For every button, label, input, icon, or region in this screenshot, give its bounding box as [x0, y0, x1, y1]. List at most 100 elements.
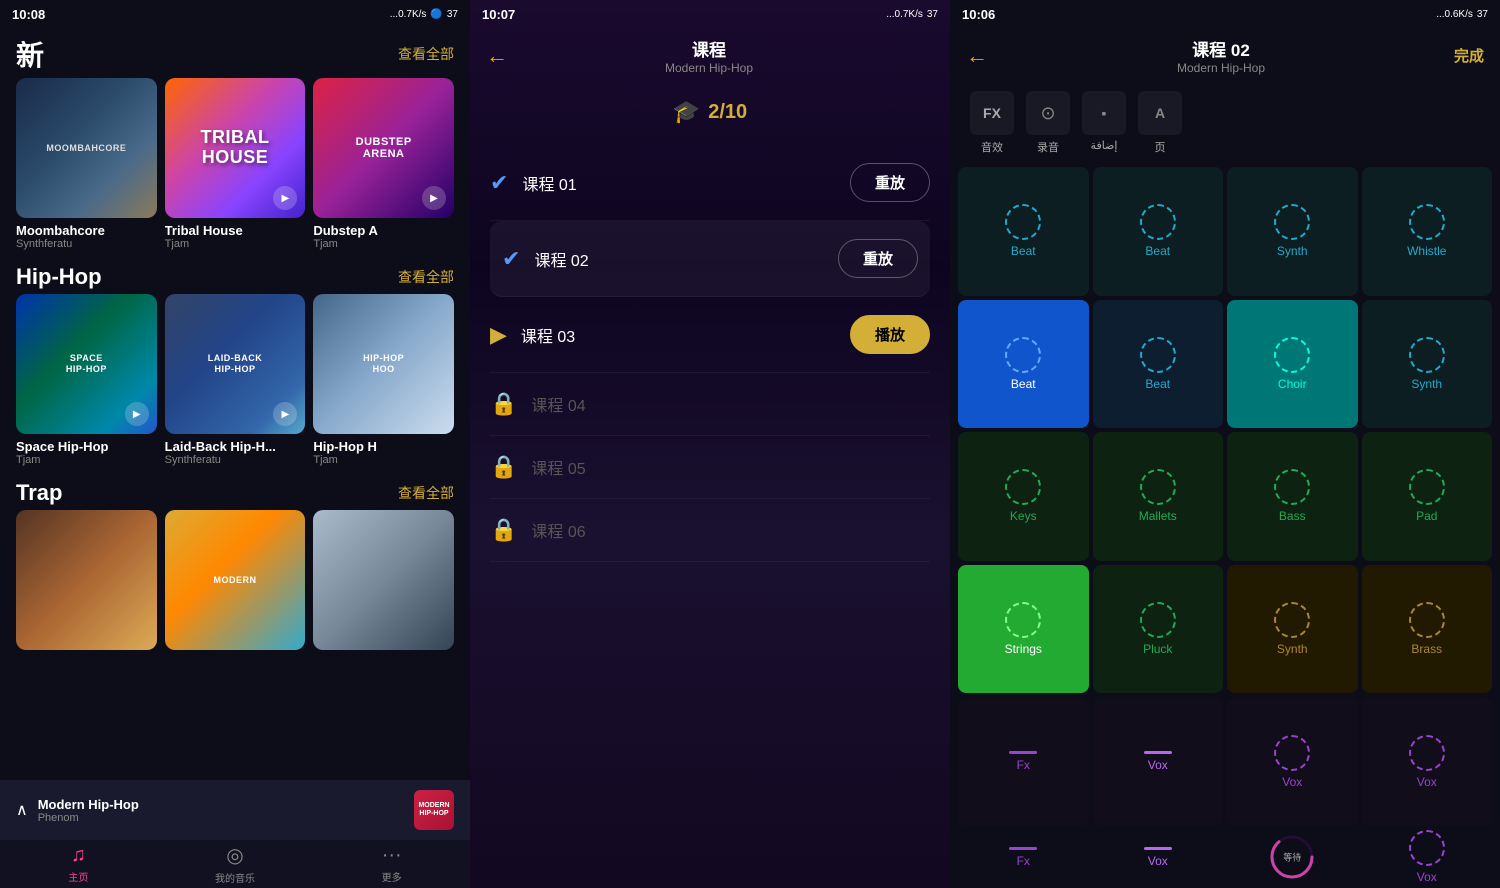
pad-bass-r3c3[interactable]: Bass [1227, 432, 1358, 561]
p2-subtitle: Modern Hip-Hop [508, 61, 910, 75]
card-thumb-space: SPACEHIP-HOP ▶ [16, 294, 157, 434]
pad-label-r3c1: Keys [1010, 509, 1037, 523]
pad-mallets-r3c2[interactable]: Mallets [1093, 432, 1224, 561]
pad-fx-r5c1[interactable]: Fx [958, 697, 1089, 826]
pad-vox-r5c3[interactable]: Vox [1227, 697, 1358, 826]
pad-vox-r5c4[interactable]: Vox [1362, 697, 1493, 826]
laidback-text: LAID-BACKHIP-HOP [208, 353, 263, 375]
card-moombahcore[interactable]: MOOMBAHCORE Moombahcore Synthferatu [16, 78, 157, 250]
add-icon: ▪ [1082, 91, 1126, 135]
pad-pad-r3c4[interactable]: Pad [1362, 432, 1493, 561]
card-thumb-dubstep: DUBSTEPARENA ▶ [313, 78, 454, 218]
card-trap3[interactable] [313, 510, 454, 650]
see-all-trap[interactable]: 查看全部 [398, 483, 454, 503]
play-btn-dubstep[interactable]: ▶ [422, 186, 446, 210]
status-bar-3: 10:06 ...0.6K/s 37 [950, 0, 1500, 28]
back-button-3[interactable]: ← [966, 43, 988, 69]
pad-loading-r6c3[interactable]: 等待 [1227, 830, 1358, 884]
fx-icon: FX [970, 91, 1014, 135]
pad-hbar-r5c2 [1144, 751, 1172, 754]
card-trap2[interactable]: MODERN [165, 510, 306, 650]
new-card-row: MOOMBAHCORE Moombahcore Synthferatu TRIB… [0, 78, 470, 258]
pad-label-r2c1: Beat [1011, 377, 1036, 391]
pad-label-r5c2: Vox [1148, 758, 1168, 772]
space-text: SPACEHIP-HOP [66, 353, 107, 375]
pad-ring-r1c1 [1005, 204, 1041, 240]
hiphop-label: Hip-Hop [16, 264, 102, 290]
pad-whistle-r1c4[interactable]: Whistle [1362, 167, 1493, 296]
lesson-play-btn-03[interactable]: 播放 [850, 315, 930, 354]
tool-fx[interactable]: FX 音效 [970, 91, 1014, 155]
nav-home[interactable]: ♫ 主页 [0, 840, 157, 888]
lesson-item-06: 🔒 课程 06 [490, 499, 930, 562]
pad-fx-r6c1[interactable]: Fx [958, 830, 1089, 884]
pad-ring-r4c4 [1409, 602, 1445, 638]
see-all-new[interactable]: 查看全部 [398, 44, 454, 64]
pad-label-r4c1: Strings [1005, 642, 1042, 656]
grad-cap-icon: 🎓 [673, 99, 700, 125]
pad-brass-r4c4[interactable]: Brass [1362, 565, 1493, 694]
pad-beat-r2c1[interactable]: Beat [958, 300, 1089, 429]
pad-ring-r2c1 [1005, 337, 1041, 373]
lesson-list: ✔ 课程 01 重放 ✔ 课程 02 重放 ▶ 课程 03 播放 🔒 课程 [470, 145, 950, 888]
p2-title-block: 课程 Modern Hip-Hop [508, 36, 910, 75]
pad-beat-r2c2[interactable]: Beat [1093, 300, 1224, 429]
pad-vox-r6c2[interactable]: Vox [1093, 830, 1224, 884]
card-laidback[interactable]: LAID-BACKHIP-HOP ▶ Laid-Back Hip-H... Sy… [165, 294, 306, 466]
back-button-2[interactable]: ← [486, 43, 508, 69]
lesson-replay-btn-01[interactable]: 重放 [850, 163, 930, 202]
lesson-replay-btn-02[interactable]: 重放 [838, 239, 918, 278]
player-expand-icon[interactable]: ∧ [16, 800, 28, 820]
lesson-item-02: ✔ 课程 02 重放 [490, 221, 930, 297]
pad-ring-r5c3 [1274, 735, 1310, 771]
pad-ring-r4c1 [1005, 602, 1041, 638]
play-btn-space[interactable]: ▶ [125, 402, 149, 426]
lesson-left-05: 🔒 课程 05 [490, 454, 586, 480]
home-icon: ♫ [71, 844, 86, 867]
p2-topbar: ← 课程 Modern Hip-Hop [470, 28, 950, 83]
p3-title-block: 课程 02 Modern Hip-Hop [988, 36, 1454, 75]
card-dubstep[interactable]: DUBSTEPARENA ▶ Dubstep A Tjam [313, 78, 454, 250]
nav-my-music[interactable]: ◎ 我的音乐 [157, 840, 314, 888]
pad-synth-r4c3[interactable]: Synth [1227, 565, 1358, 694]
pad-synth-r1c3[interactable]: Synth [1227, 167, 1358, 296]
pad-hbar-r6c2 [1144, 847, 1172, 850]
pad-vox-r5c2[interactable]: Vox [1093, 697, 1224, 826]
tool-record[interactable]: ⊙ 录音 [1026, 91, 1070, 155]
player-artist: Phenom [38, 812, 404, 824]
hiphop3-text: HIP-HOPHOO [363, 353, 404, 375]
pad-vox-r6c4[interactable]: Vox [1362, 830, 1493, 884]
lesson-item-04: 🔒 课程 04 [490, 373, 930, 436]
pad-ring-r4c3 [1274, 602, 1310, 638]
card-thumb-trap1 [16, 510, 157, 650]
done-button[interactable]: 完成 [1454, 45, 1484, 66]
pad-keys-r3c1[interactable]: Keys [958, 432, 1089, 561]
card-trap1[interactable] [16, 510, 157, 650]
time-3: 10:06 [962, 7, 995, 22]
card-tribal-house[interactable]: TRIBALHOUSE ▶ Tribal House Tjam [165, 78, 306, 250]
bottom-player[interactable]: ∧ Modern Hip-Hop Phenom MODERNHIP-HOP [0, 780, 470, 840]
pad-beat-r1c1[interactable]: Beat [958, 167, 1089, 296]
pad-pluck-r4c2[interactable]: Pluck [1093, 565, 1224, 694]
pad-label-r4c2: Pluck [1143, 642, 1172, 656]
pad-synth-r2c4[interactable]: Synth [1362, 300, 1493, 429]
pad-strings-r4c1[interactable]: Strings [958, 565, 1089, 694]
tool-page[interactable]: A 页 [1138, 91, 1182, 155]
see-all-hiphop[interactable]: 查看全部 [398, 267, 454, 287]
lesson-locked-icon-06: 🔒 [490, 517, 517, 543]
card-thumb-tribal: TRIBALHOUSE ▶ [165, 78, 306, 218]
card-hiphop3[interactable]: HIP-HOPHOO Hip-Hop H Tjam [313, 294, 454, 466]
nav-more[interactable]: ··· 更多 [313, 840, 470, 888]
card-space-hiphop[interactable]: SPACEHIP-HOP ▶ Space Hip-Hop Tjam [16, 294, 157, 466]
tribal-text: TRIBALHOUSE [201, 128, 270, 168]
card-name-moombahcore: Moombahcore [16, 223, 157, 238]
card-thumb-hiphop3: HIP-HOPHOO [313, 294, 454, 434]
tool-add[interactable]: ▪ إضافة [1082, 91, 1126, 152]
card-name-laidback: Laid-Back Hip-H... [165, 439, 306, 454]
dubstep-text: DUBSTEPARENA [356, 136, 412, 160]
pad-beat-r1c2[interactable]: Beat [1093, 167, 1224, 296]
signal-1: ...0.7K/s [390, 9, 427, 20]
record-label: 录音 [1037, 139, 1059, 155]
card-name-tribal: Tribal House [165, 223, 306, 238]
pad-choir-r2c3[interactable]: Choir [1227, 300, 1358, 429]
